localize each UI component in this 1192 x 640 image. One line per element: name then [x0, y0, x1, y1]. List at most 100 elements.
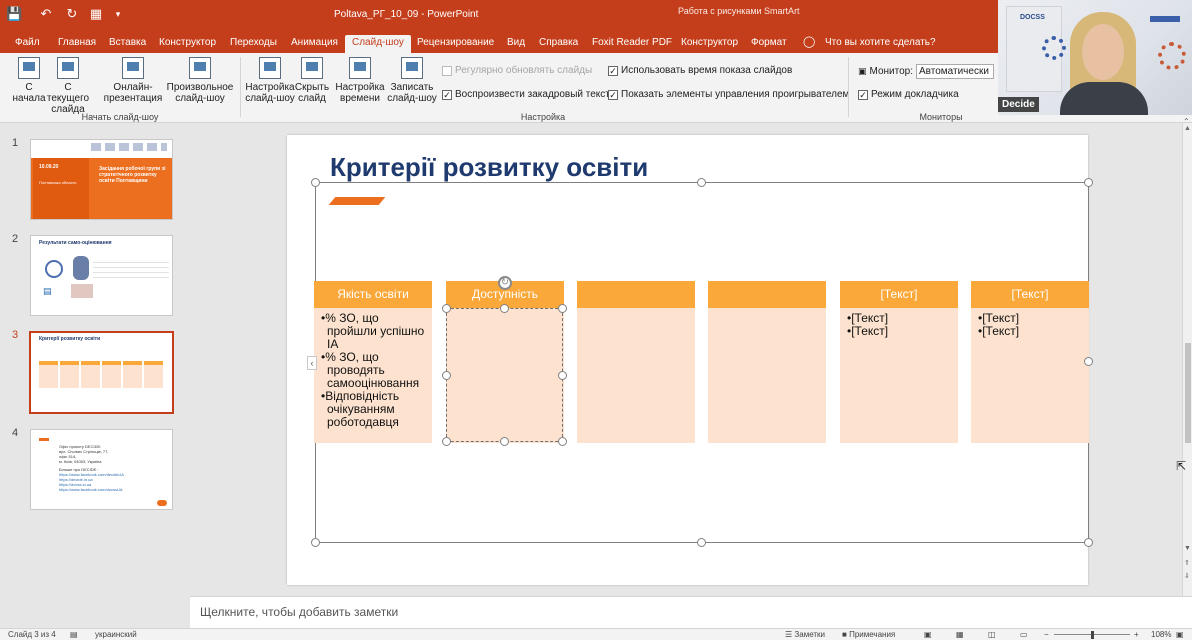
tab-smartart-design[interactable]: Конструктор: [674, 35, 745, 53]
notes-toggle-button[interactable]: ☰ Заметки: [785, 630, 825, 639]
resize-handle[interactable]: [500, 437, 509, 446]
frame-handle[interactable]: [311, 178, 320, 187]
zoom-level[interactable]: 108%: [1151, 630, 1171, 639]
slide-canvas[interactable]: Критерії розвитку освіти Якість освіти •…: [287, 135, 1093, 585]
frame-handle[interactable]: [1084, 178, 1093, 187]
zoom-out-icon[interactable]: −: [1044, 630, 1049, 639]
resize-handle[interactable]: [442, 371, 451, 380]
column-body[interactable]: [708, 308, 826, 443]
resize-handle[interactable]: [558, 371, 567, 380]
selected-shape-outline[interactable]: [446, 308, 563, 442]
column-body[interactable]: [577, 308, 695, 443]
comments-toggle-button[interactable]: ■ Примечания: [842, 630, 895, 639]
resize-handle[interactable]: [558, 437, 567, 446]
column-header[interactable]: Якість освіти: [314, 281, 432, 308]
checkbox-presenter-view[interactable]: ✓ Режим докладчика: [858, 89, 959, 100]
fit-to-window-icon[interactable]: ▣: [1176, 630, 1184, 639]
zoom-in-icon[interactable]: +: [1134, 630, 1139, 639]
normal-view-icon[interactable]: ▣: [924, 630, 932, 639]
tab-file[interactable]: Файл: [8, 35, 47, 53]
column-body[interactable]: •[Текст] •[Текст]: [840, 308, 958, 443]
frame-handle[interactable]: [697, 538, 706, 547]
column-header[interactable]: [708, 281, 826, 308]
undo-icon[interactable]: ↶: [38, 6, 54, 22]
tab-smartart-format[interactable]: Формат: [744, 35, 794, 53]
column-header[interactable]: [577, 281, 695, 308]
tab-transitions[interactable]: Переходы: [223, 35, 284, 53]
tab-view[interactable]: Вид: [500, 35, 532, 53]
column-body[interactable]: •% ЗО, що пройшли успішно ІА •% ЗО, що п…: [314, 308, 432, 443]
smartart-column[interactable]: Якість освіти •% ЗО, що пройшли успішно …: [314, 281, 432, 443]
checkmark-icon: ✓: [608, 89, 618, 100]
smartart-column[interactable]: [Текст] •[Текст] •[Текст]: [840, 281, 958, 443]
rehearse-timings-button[interactable]: Настройка времени: [334, 57, 386, 104]
astronaut-icon: [73, 256, 89, 280]
partner-logos: [91, 143, 167, 151]
tab-design[interactable]: Конструктор: [152, 35, 223, 53]
resize-handle[interactable]: [500, 304, 509, 313]
smartart-column[interactable]: [Текст] •[Текст] •[Текст]: [971, 281, 1089, 443]
column-body[interactable]: •[Текст] •[Текст]: [971, 308, 1089, 443]
slideshow-view-icon[interactable]: ▭: [1020, 630, 1028, 639]
column-header[interactable]: [Текст]: [840, 281, 958, 308]
customize-qat-icon[interactable]: ▾: [110, 6, 126, 22]
checkbox-refresh-slides[interactable]: Регулярно обновлять слайды: [442, 65, 592, 76]
save-icon[interactable]: 💾: [6, 6, 22, 22]
frame-handle[interactable]: [311, 538, 320, 547]
slide-title[interactable]: Критерії розвитку освіти: [330, 152, 648, 183]
scrollbar-thumb[interactable]: [1185, 343, 1191, 443]
tab-help[interactable]: Справка: [532, 35, 585, 53]
thumb-title: Критерії розвитку освіти: [39, 336, 101, 342]
tab-slideshow[interactable]: Слайд-шоу: [345, 35, 411, 53]
rotate-handle-icon[interactable]: ↻: [498, 276, 512, 290]
vertical-scrollbar[interactable]: ▲ ▼ ⇑ ⇓: [1182, 123, 1192, 596]
column-header[interactable]: [Текст]: [971, 281, 1089, 308]
tab-home[interactable]: Главная: [51, 35, 103, 53]
language-indicator[interactable]: украинский: [95, 630, 137, 639]
scroll-up-icon[interactable]: ▲: [1184, 125, 1191, 132]
spellcheck-icon[interactable]: ▤: [70, 630, 78, 639]
checkbox-media-controls[interactable]: ✓ Показать элементы управления проигрыва…: [608, 89, 849, 100]
tell-me-search[interactable]: Что вы хотите сделать?: [818, 35, 943, 53]
setup-slideshow-button[interactable]: Настройка слайд-шоу: [244, 57, 296, 104]
present-online-button[interactable]: Онлайн- презентация: [98, 57, 168, 104]
slide-thumbnail-2[interactable]: Результати само-оцінювання ▤: [30, 235, 173, 316]
resize-handle[interactable]: [442, 437, 451, 446]
thumb-date: 10.09.20: [39, 164, 59, 170]
slide-thumbnail-1[interactable]: 10.09.20 Полтавська область Засідання ро…: [30, 139, 173, 220]
zoom-slider-thumb[interactable]: [1091, 631, 1094, 639]
group-separator: [848, 57, 849, 117]
slide-thumbnail-3[interactable]: Критерії розвитку освіти: [29, 331, 174, 414]
redo-icon[interactable]: ↻: [64, 6, 80, 22]
notes-pane[interactable]: Щелкните, чтобы добавить заметки: [190, 596, 1192, 628]
smartart-column[interactable]: [577, 281, 695, 443]
checkbox-use-timings[interactable]: ✓ Использовать время показа слайдов: [608, 65, 792, 76]
checkbox-narration[interactable]: ✓ Воспроизвести закадровый текст: [442, 89, 610, 100]
slideshow-from-start-icon[interactable]: ▦: [88, 6, 104, 22]
frame-handle[interactable]: [697, 178, 706, 187]
reading-view-icon[interactable]: ◫: [988, 630, 996, 639]
slide-sorter-icon[interactable]: ▦: [956, 630, 964, 639]
record-slideshow-button[interactable]: Записать слайд-шоу: [386, 57, 438, 104]
resize-handle[interactable]: [442, 304, 451, 313]
tab-review[interactable]: Рецензирование: [410, 35, 501, 53]
smartart-column[interactable]: [708, 281, 826, 443]
tab-foxit[interactable]: Foxit Reader PDF: [585, 35, 679, 53]
next-slide-icon[interactable]: ⇓: [1184, 572, 1190, 580]
mouse-cursor-icon: ⇱: [1176, 459, 1187, 473]
scroll-down-icon[interactable]: ▼: [1184, 545, 1191, 552]
frame-handle[interactable]: [1084, 538, 1093, 547]
prev-slide-icon[interactable]: ⇑: [1184, 559, 1190, 567]
resize-handle[interactable]: [558, 304, 567, 313]
from-current-slide-button[interactable]: С текущего слайда: [42, 57, 94, 115]
tab-insert[interactable]: Вставка: [102, 35, 153, 53]
tab-animations[interactable]: Анимация: [284, 35, 345, 53]
thumb-image: [71, 284, 93, 298]
smartart-text-pane-toggle-icon[interactable]: ‹: [307, 356, 317, 370]
hide-slide-button[interactable]: Скрыть слайд: [294, 57, 330, 104]
frame-handle[interactable]: [1084, 357, 1093, 366]
from-beginning-button[interactable]: С начала: [12, 57, 46, 104]
monitor-select[interactable]: Автоматически: [916, 64, 994, 79]
slide-thumbnail-4[interactable]: Офіс проекту DECIDE: вул. Січових Стріль…: [30, 429, 173, 510]
custom-slideshow-button[interactable]: Произвольное слайд-шоу: [166, 57, 234, 104]
